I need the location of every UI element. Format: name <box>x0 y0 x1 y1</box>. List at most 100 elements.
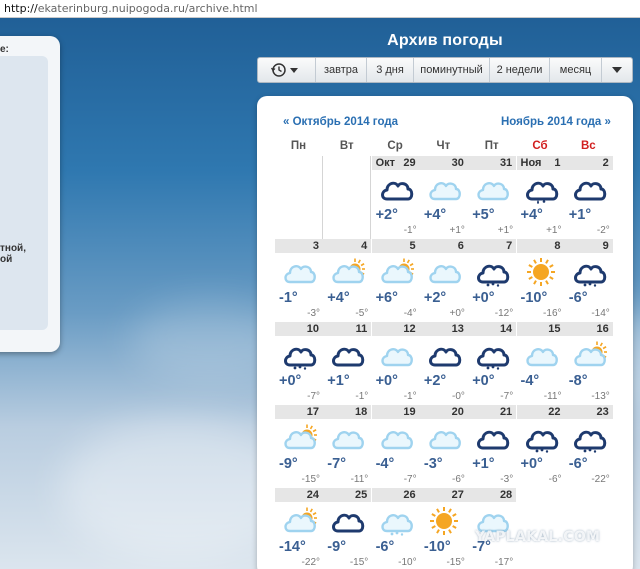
temp-max: +4° <box>423 207 447 223</box>
day-number-text: 8 <box>554 240 561 252</box>
address-bar[interactable]: http://ekaterinburg.nuipogoda.ru/archive… <box>0 0 640 18</box>
calendar-day-cell[interactable]: 11 +1° -1° <box>323 322 372 405</box>
cloud-dark-snow-icon <box>571 423 607 453</box>
calendar-day-cell[interactable]: 12 +0° -1° <box>371 322 420 405</box>
cloud-dark-icon <box>378 174 414 204</box>
calendar-day-cell[interactable]: 7 +0° -12° <box>468 239 517 322</box>
side-panel-text: ой <box>0 254 13 265</box>
tab-two-weeks[interactable]: 2 недели <box>490 58 550 82</box>
chevron-down-icon <box>612 67 622 73</box>
day-number-text: 13 <box>451 323 464 335</box>
day-number: 7 <box>468 239 517 253</box>
calendar-day-cell[interactable]: 19 -4° -7° <box>371 405 420 488</box>
day-number: 6 <box>419 239 468 253</box>
calendar-day-cell[interactable]: 4 +4° -5° <box>323 239 372 322</box>
cloud-dark-icon <box>329 506 365 536</box>
day-number: 18 <box>323 405 372 419</box>
side-panel-text: тной, <box>0 243 26 254</box>
calendar-day-cell[interactable]: 31 +5° +1° <box>468 156 517 239</box>
calendar-day-cell[interactable]: 30 +4° +1° <box>419 156 468 239</box>
day-number-text: 28 <box>499 489 513 501</box>
day-number: 8 <box>516 239 565 253</box>
calendar-day-cell[interactable]: 27 -10° -15° <box>419 488 468 569</box>
temp-max: +4° <box>327 290 350 306</box>
cloud-dark-snow-icon <box>571 257 607 287</box>
cloud-dark-icon <box>426 340 462 370</box>
calendar-day-cell[interactable]: 16 -8° -13° <box>564 322 613 405</box>
temp-max: +4° <box>520 207 543 223</box>
day-number: 9 <box>564 239 613 253</box>
cloud-light-icon <box>378 423 414 453</box>
calendar-day-cell[interactable]: 20 -3° -6° <box>419 405 468 488</box>
day-number-text: 5 <box>409 240 416 252</box>
prev-month-link[interactable]: « Октябрь 2014 года <box>283 116 398 128</box>
temp-max: -6° <box>568 290 588 306</box>
calendar-day-cell[interactable]: 14 +0° -7° <box>468 322 517 405</box>
temp-max: +0° <box>279 373 302 389</box>
temp-max: -8° <box>568 373 588 389</box>
temp-max: -10° <box>520 290 548 306</box>
tab-month[interactable]: месяц <box>550 58 602 82</box>
tab-three-days[interactable]: 3 дня <box>367 58 414 82</box>
calendar-day-cell[interactable]: 24 -14° -22° <box>275 488 323 569</box>
temp-max: -6° <box>375 539 395 555</box>
calendar-day-cell[interactable]: 17 -9° -15° <box>275 405 323 488</box>
cloud-light-icon <box>281 257 317 287</box>
calendar-day-cell[interactable]: 10 +0° -7° <box>275 322 323 405</box>
day-number: 24 <box>275 488 323 502</box>
calendar-day-cell[interactable]: 2 +1° -2° <box>564 156 613 239</box>
day-number: 20 <box>419 405 468 419</box>
calendar-day-cell[interactable]: Окт 29 +2° -1° <box>371 156 420 239</box>
cloud-sun-icon <box>571 340 608 370</box>
day-number-text: 3 <box>312 240 319 252</box>
weekday-header: Пн <box>290 140 307 152</box>
next-month-link[interactable]: Ноябрь 2014 года » <box>501 116 611 128</box>
calendar-day-cell[interactable]: 18 -7° -11° <box>323 405 372 488</box>
day-number: 14 <box>468 322 517 336</box>
calendar-day-cell[interactable]: 21 +1° -3° <box>468 405 517 488</box>
temp-min: -1° <box>355 391 369 402</box>
day-number-text: 19 <box>403 406 416 418</box>
calendar-day-cell[interactable]: 15 -4° -11° <box>516 322 565 405</box>
day-number-text: 12 <box>403 323 416 335</box>
tab-tomorrow[interactable]: завтра <box>316 58 367 82</box>
chevron-down-icon <box>289 68 298 73</box>
cloud-sun-icon <box>281 506 318 536</box>
calendar-day-cell[interactable]: 6 +2° +0° <box>419 239 468 322</box>
day-number-text: 16 <box>596 323 609 335</box>
cloud-light-icon <box>426 257 462 287</box>
calendar-day-cell[interactable]: 22 +0° -6° <box>516 405 565 488</box>
day-number: 10 <box>275 322 323 336</box>
calendar-day-cell[interactable]: 3 -1° -3° <box>275 239 323 322</box>
day-number-text: 25 <box>355 489 368 501</box>
calendar-day-cell[interactable]: 8 -10° -16° <box>516 239 565 322</box>
cloud-light-icon <box>426 423 462 453</box>
temp-max: -4° <box>375 456 395 472</box>
temp-min: -22° <box>591 474 610 485</box>
temp-max: +2° <box>423 290 447 306</box>
more-dropdown-button[interactable] <box>602 58 632 82</box>
watermark-logo: YAPLAKAL.COM <box>475 529 601 545</box>
temp-min: -6° <box>548 474 562 485</box>
calendar-day-cell[interactable]: 5 +6° -4° <box>371 239 420 322</box>
history-dropdown-button[interactable] <box>258 58 316 82</box>
calendar-day-cell[interactable]: 13 +2° -0° <box>419 322 468 405</box>
day-number: 23 <box>564 405 613 419</box>
cloud-sun-icon <box>378 257 415 287</box>
day-number-text: 23 <box>596 406 609 418</box>
calendar-day-cell[interactable]: 25 -9° -15° <box>323 488 372 569</box>
day-number-text: 17 <box>306 406 319 418</box>
temp-min: -3° <box>500 474 514 485</box>
calendar-day-cell[interactable]: 9 -6° -14° <box>564 239 613 322</box>
day-number: Ноя 1 <box>516 156 565 170</box>
tab-minutely[interactable]: поминутный <box>414 58 490 82</box>
temp-max: +6° <box>375 290 398 306</box>
temp-min: -5° <box>355 308 369 319</box>
cloud-dark-icon <box>474 423 510 453</box>
calendar-day-cell[interactable]: Ноя 1 +4° +1° <box>516 156 565 239</box>
day-number: 25 <box>323 488 372 502</box>
day-number: Окт 29 <box>371 156 420 170</box>
calendar-day-cell[interactable]: 26 -6° -10° <box>371 488 420 569</box>
calendar-day-cell[interactable]: 23 -6° -22° <box>564 405 613 488</box>
temp-min: -1° <box>403 225 417 236</box>
